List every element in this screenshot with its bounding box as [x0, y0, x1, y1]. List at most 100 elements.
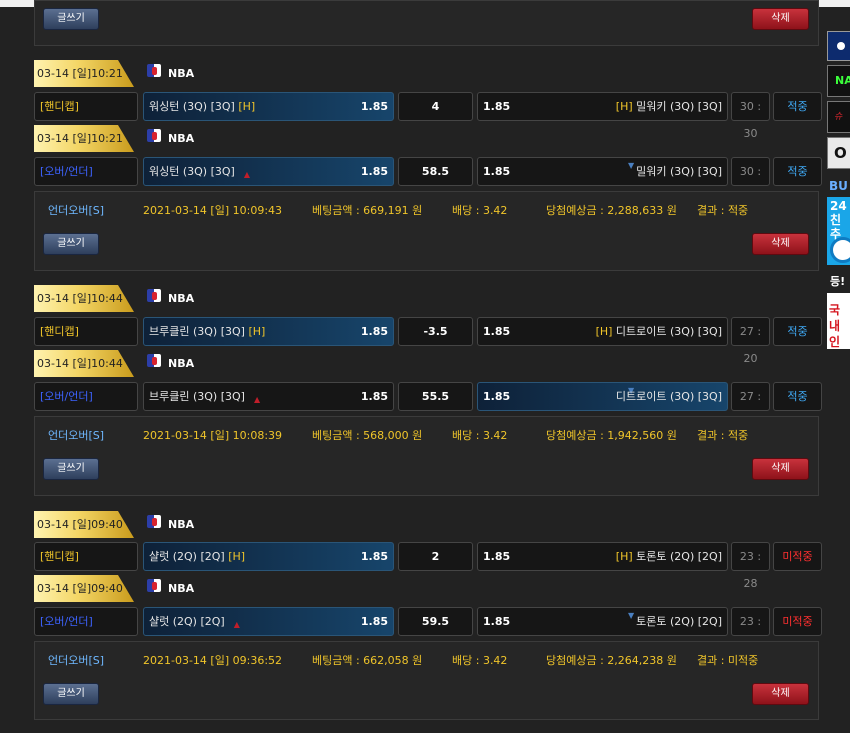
away-team-option[interactable]: 1.85 [H] 밀워키 (3Q) [3Q]: [477, 92, 728, 121]
nba-logo-icon: [147, 514, 161, 528]
match-date-tag: 03-14 [일]09:40: [34, 511, 134, 538]
write-post-button[interactable]: 글쓰기: [43, 233, 99, 255]
league-label: NBA: [147, 128, 194, 147]
verification-banner[interactable]: 국내 인증: [827, 293, 850, 349]
verification-banner-line1: 국내: [829, 303, 841, 333]
over-marker-icon: ▼: [628, 611, 635, 620]
away-odds: 1.85: [483, 165, 511, 178]
bet-category: 언더오버[S]: [48, 654, 105, 667]
bet-slip-footer: [34, 0, 819, 46]
away-tag: [H]: [595, 325, 613, 338]
slip-result: 결과 : 적중: [697, 429, 749, 442]
away-team-name: 밀워키 (3Q) [3Q]: [636, 100, 722, 113]
home-odds: 1.85: [360, 550, 388, 563]
over-marker-icon: ▼: [628, 161, 635, 170]
home-team-option[interactable]: 브루클린 (3Q) [3Q] [H] 1.85: [143, 317, 394, 346]
away-team-name: 토론토 (2Q) [2Q]: [636, 550, 722, 563]
away-odds: 1.85: [483, 390, 511, 403]
league-label: NBA: [147, 353, 194, 372]
bet-datetime: 2021-03-14 [일] 10:09:43: [143, 204, 283, 217]
handicap-line: 4: [398, 92, 473, 121]
home-team-option[interactable]: 워싱턴 (3Q) [3Q] [H] 1.85: [143, 92, 394, 121]
bet-type: [핸디캡]: [34, 317, 138, 346]
slip-result: 결과 : 적중: [697, 204, 749, 217]
away-team-name: 디트로이트 (3Q) [3Q]: [615, 325, 722, 338]
bet-amount: 베팅금액 : 568,000 원: [312, 429, 423, 442]
away-team-option[interactable]: 1.85 ▼ 디트로이트 (3Q) [3Q]: [477, 382, 728, 411]
match-date-tag: 03-14 [일]10:21: [34, 60, 134, 87]
handicap-line: 2: [398, 542, 473, 571]
home-team-option[interactable]: 샬럿 (2Q) [2Q] [H] 1.85: [143, 542, 394, 571]
bet-type: [오버/언더]: [34, 382, 138, 411]
over-under-line: 55.5: [398, 382, 473, 411]
bet-type: [핸디캡]: [34, 542, 138, 571]
delete-button[interactable]: 삭제: [752, 458, 809, 480]
home-team-option[interactable]: 워싱턴 (3Q) [3Q] ▲ 1.85: [143, 157, 394, 186]
home-odds: 1.85: [360, 390, 388, 403]
delete-button[interactable]: 삭제: [752, 233, 809, 255]
telegram-banner-line1: 24: [830, 199, 847, 213]
away-odds: 1.85: [483, 550, 511, 563]
bet-result: 적중: [773, 157, 822, 186]
match-date-tag: 03-14 [일]09:40: [34, 575, 134, 602]
away-odds: 1.85: [483, 100, 511, 113]
sidebar-banner[interactable]: 슈퍼: [827, 101, 850, 133]
home-odds: 1.85: [360, 100, 388, 113]
bet-result: 미적중: [773, 542, 822, 571]
expected-payout: 당첨예상금 : 2,264,238 원: [546, 654, 677, 667]
league-label: NBA: [147, 288, 194, 307]
write-post-button[interactable]: 글쓰기: [43, 683, 99, 705]
league-label: NBA: [147, 63, 194, 82]
home-tag: [H]: [248, 325, 266, 338]
home-team-name: 브루클린 (3Q) [3Q]: [149, 390, 245, 403]
match-score: 27 : 20: [731, 382, 770, 430]
away-team-name: 밀워키 (3Q) [3Q]: [636, 165, 722, 178]
bet-datetime: 2021-03-14 [일] 09:36:52: [143, 654, 283, 667]
bet-amount: 베팅금액 : 669,191 원: [312, 204, 423, 217]
home-team-option[interactable]: 브루클린 (3Q) [3Q] ▲ 1.85: [143, 382, 394, 411]
match-score: 23 : 28: [731, 542, 770, 590]
away-team-name: 디트로이트 (3Q) [3Q]: [615, 390, 722, 403]
match-score: 30 : 30: [731, 157, 770, 205]
write-post-button[interactable]: 글쓰기: [43, 458, 99, 480]
nba-logo-icon: [147, 63, 161, 77]
bet-datetime: 2021-03-14 [일] 10:08:39: [143, 429, 283, 442]
match-score: 27 : 20: [731, 317, 770, 365]
nba-logo-icon: [147, 353, 161, 367]
match-date-tag: 03-14 [일]10:44: [34, 285, 134, 312]
handicap-line: -3.5: [398, 317, 473, 346]
bet-amount: 베팅금액 : 662,058 원: [312, 654, 423, 667]
league-label: NBA: [147, 514, 194, 533]
home-team-name: 워싱턴 (3Q) [3Q]: [149, 100, 235, 113]
match-score: 23 : 28: [731, 607, 770, 655]
sidebar-banner-toggle[interactable]: [827, 31, 850, 61]
nba-logo-icon: [147, 288, 161, 302]
away-odds: 1.85: [483, 615, 511, 628]
sidebar-banner[interactable]: NA: [827, 65, 850, 97]
home-team-name: 워싱턴 (3Q) [3Q]: [149, 165, 235, 178]
nba-logo-icon: [147, 128, 161, 142]
write-post-button[interactable]: 글쓰기: [43, 8, 99, 30]
delete-button[interactable]: 삭제: [752, 8, 809, 30]
delete-button[interactable]: 삭제: [752, 683, 809, 705]
away-team-option[interactable]: 1.85 [H] 토론토 (2Q) [2Q]: [477, 542, 728, 571]
sidebar-banner-title: BU: [827, 175, 850, 197]
home-team-name: 브루클린 (3Q) [3Q]: [149, 325, 245, 338]
nba-logo-icon: [147, 578, 161, 592]
away-team-option[interactable]: 1.85 ▼ 밀워키 (3Q) [3Q]: [477, 157, 728, 186]
telegram-banner[interactable]: 24 친추: [827, 197, 850, 265]
total-odds: 배당 : 3.42: [452, 654, 508, 667]
away-team-option[interactable]: 1.85 [H] 디트로이트 (3Q) [3Q]: [477, 317, 728, 346]
sidebar-banner[interactable]: O: [827, 137, 850, 169]
match-date-tag: 03-14 [일]10:44: [34, 350, 134, 377]
home-team-option[interactable]: 샬럿 (2Q) [2Q] ▲ 1.85: [143, 607, 394, 636]
home-odds: 1.85: [360, 615, 388, 628]
bet-type: [핸디캡]: [34, 92, 138, 121]
bet-result: 적중: [773, 382, 822, 411]
bet-result: 적중: [773, 92, 822, 121]
total-odds: 배당 : 3.42: [452, 204, 508, 217]
away-odds: 1.85: [483, 325, 511, 338]
total-odds: 배당 : 3.42: [452, 429, 508, 442]
telegram-icon: [830, 237, 850, 263]
away-team-option[interactable]: 1.85 ▼ 토론토 (2Q) [2Q]: [477, 607, 728, 636]
